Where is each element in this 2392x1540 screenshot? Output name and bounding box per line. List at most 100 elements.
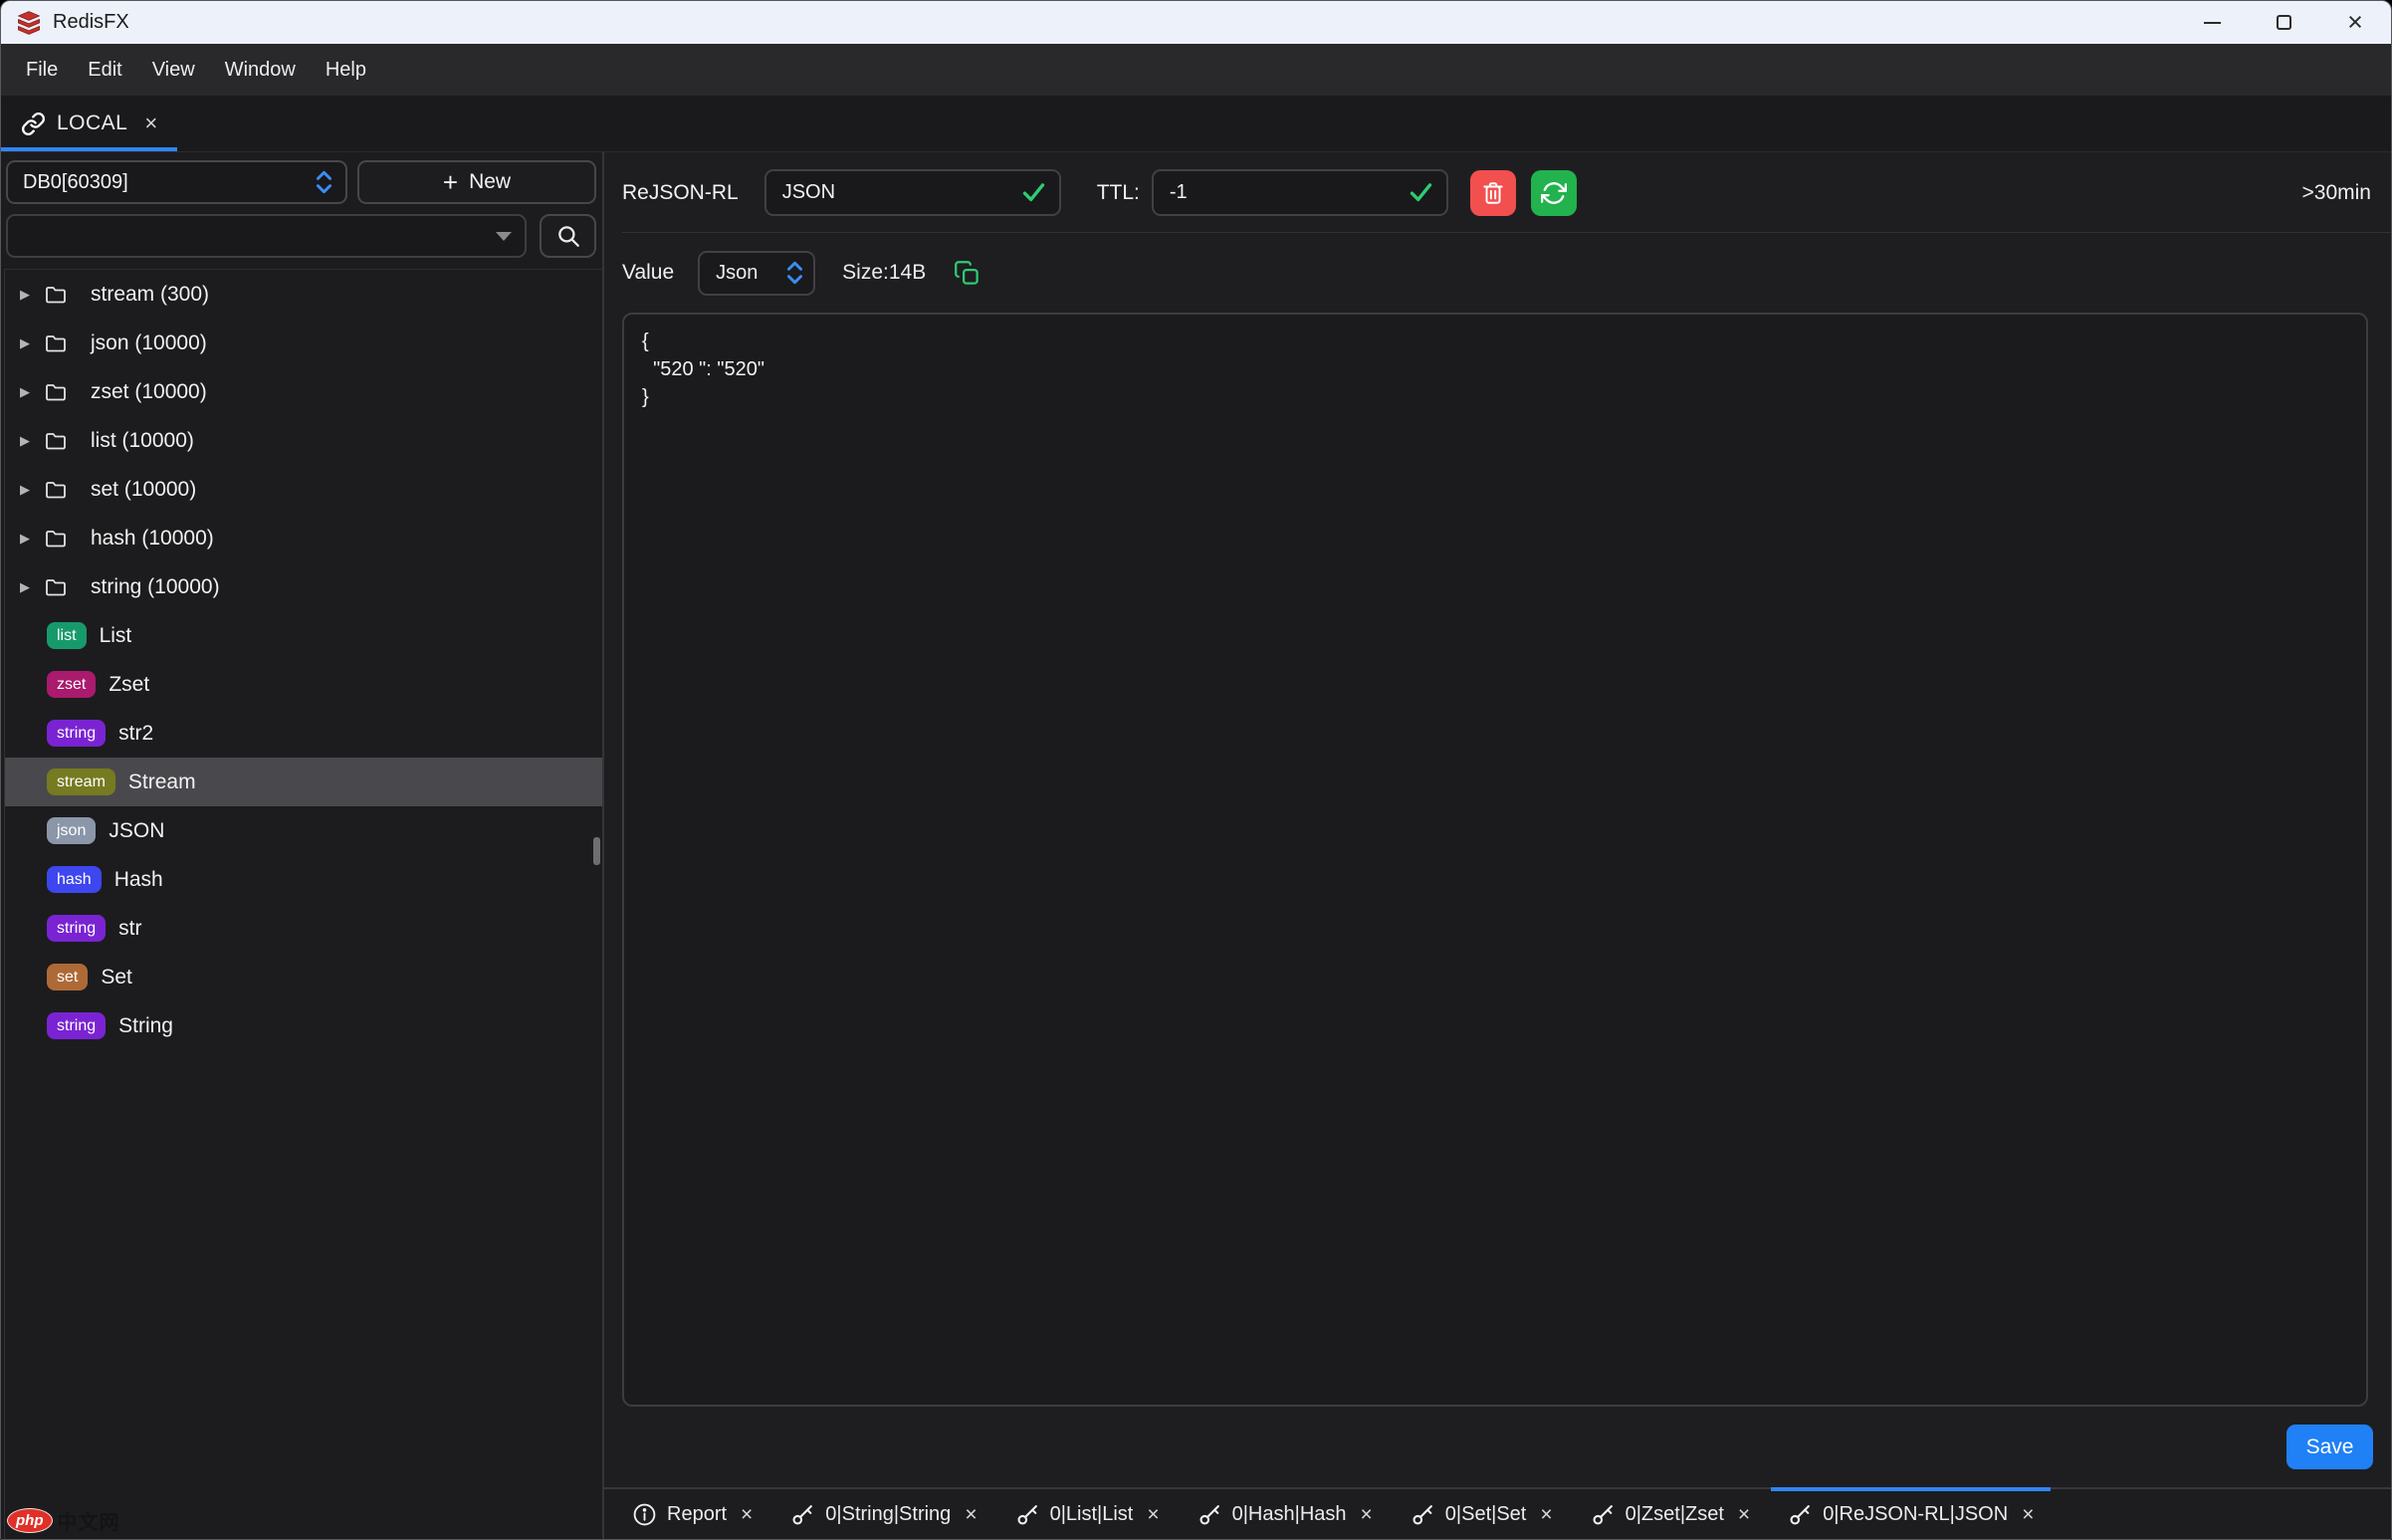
folder-label: zset (10000) [91, 380, 207, 404]
spinner-arrows-icon[interactable] [786, 259, 803, 287]
tab-close-icon[interactable]: × [1738, 1504, 1750, 1525]
tab-hash-hash[interactable]: 0|Hash|Hash × [1197, 1489, 1373, 1539]
delete-key-button[interactable] [1470, 170, 1516, 216]
folder-row-string[interactable]: ▶ string (10000) [5, 562, 602, 611]
expand-caret-icon[interactable]: ▶ [20, 433, 39, 449]
close-button[interactable]: × [2319, 1, 2391, 44]
expand-caret-icon[interactable]: ▶ [20, 482, 39, 498]
minimize-button[interactable] [2176, 1, 2248, 44]
close-icon: × [2347, 9, 2363, 36]
menu-file[interactable]: File [11, 59, 73, 82]
ttl-label: TTL: [1097, 181, 1140, 205]
refresh-key-button[interactable] [1531, 170, 1577, 216]
folder-icon [44, 478, 68, 502]
key-row[interactable]: set Set [5, 953, 602, 1001]
key-header: ReJSON-RL TTL: >30min [604, 152, 2391, 233]
tab-close-icon[interactable]: × [741, 1504, 753, 1525]
tab-label: 0|ReJSON-RL|JSON [1823, 1503, 2008, 1526]
new-key-button[interactable]: + New [357, 160, 596, 204]
tab-report[interactable]: Report × [632, 1489, 753, 1539]
tab-close-icon[interactable]: × [1147, 1504, 1159, 1525]
key-row[interactable]: string str [5, 904, 602, 953]
tab-string-string[interactable]: 0|String|String × [790, 1489, 977, 1539]
menu-help[interactable]: Help [311, 59, 381, 82]
connection-tab-label: LOCAL [57, 111, 127, 135]
copy-icon[interactable] [954, 260, 980, 287]
refresh-hint: >30min [2302, 181, 2371, 205]
key-name: List [100, 624, 132, 648]
key-name: Set [101, 966, 132, 990]
folder-label: hash (10000) [91, 527, 214, 550]
key-row[interactable]: string str2 [5, 709, 602, 758]
expand-caret-icon[interactable]: ▶ [20, 384, 39, 400]
folder-row-stream[interactable]: ▶ stream (300) [5, 270, 602, 319]
database-row: DB0[60309] + New [6, 160, 596, 204]
key-row[interactable]: list List [5, 611, 602, 660]
watermark: php 中文网 [7, 1506, 120, 1535]
maximize-button[interactable] [2248, 1, 2319, 44]
key-row-selected[interactable]: stream Stream [5, 758, 602, 806]
folder-row-zset[interactable]: ▶ zset (10000) [5, 367, 602, 416]
app-window: RedisFX × File Edit View Window Help LOC… [0, 0, 2392, 1540]
folder-icon [44, 331, 68, 355]
tab-close-icon[interactable]: × [965, 1504, 977, 1525]
tab-set-set[interactable]: 0|Set|Set × [1411, 1489, 1553, 1539]
tab-close-icon[interactable]: × [1361, 1504, 1373, 1525]
save-row: Save [604, 1407, 2391, 1487]
key-row[interactable]: string String [5, 1001, 602, 1050]
expand-caret-icon[interactable]: ▶ [20, 287, 39, 303]
menu-edit[interactable]: Edit [73, 59, 136, 82]
check-icon [1021, 180, 1046, 205]
value-label: Value [622, 261, 674, 285]
key-row[interactable]: hash Hash [5, 855, 602, 904]
folder-label: list (10000) [91, 429, 194, 453]
value-format-select[interactable]: Json [698, 251, 815, 296]
folder-row-set[interactable]: ▶ set (10000) [5, 465, 602, 514]
key-name-input[interactable] [780, 180, 1021, 205]
key-name: Hash [114, 868, 163, 892]
tab-label: 0|Zset|Zset [1626, 1503, 1724, 1526]
menu-view[interactable]: View [137, 59, 210, 82]
trash-icon [1480, 180, 1506, 206]
tab-rejson-json[interactable]: 0|ReJSON-RL|JSON × [1788, 1489, 2034, 1539]
spinner-arrows-icon[interactable] [316, 168, 332, 196]
search-dropdown-caret-icon[interactable] [496, 232, 512, 241]
tab-close-icon[interactable]: × [1540, 1504, 1552, 1525]
connection-tab-local[interactable]: LOCAL × [1, 96, 177, 151]
connection-tab-close-icon[interactable]: × [144, 112, 157, 134]
expand-caret-icon[interactable]: ▶ [20, 531, 39, 547]
tab-close-icon[interactable]: × [2022, 1504, 2034, 1525]
folder-label: stream (300) [91, 283, 209, 307]
value-editor-content[interactable]: { "520 ": "520" } [642, 328, 2348, 411]
tab-label: 0|Set|Set [1445, 1503, 1527, 1526]
save-button[interactable]: Save [2286, 1425, 2373, 1469]
search-button[interactable] [540, 214, 596, 258]
menu-window[interactable]: Window [210, 59, 311, 82]
expand-caret-icon[interactable]: ▶ [20, 579, 39, 595]
key-row[interactable]: json JSON [5, 806, 602, 855]
app-title: RedisFX [53, 11, 129, 34]
tab-list-list[interactable]: 0|List|List × [1015, 1489, 1160, 1539]
tab-label: 0|Hash|Hash [1232, 1503, 1347, 1526]
value-editor[interactable]: { "520 ": "520" } [622, 313, 2368, 1407]
ttl-input[interactable] [1168, 180, 1409, 205]
key-type-badge: string [47, 915, 106, 942]
database-select[interactable]: DB0[60309] [6, 160, 347, 204]
expand-caret-icon[interactable]: ▶ [20, 335, 39, 351]
key-type-badge: set [47, 964, 88, 990]
folder-icon [44, 283, 68, 307]
search-input[interactable] [20, 224, 489, 249]
link-icon [21, 111, 46, 136]
sidebar-scrollbar-thumb[interactable] [593, 837, 600, 865]
key-name-field [764, 169, 1061, 216]
key-tree: ▶ stream (300) ▶ json (10000) ▶ zset (10… [4, 269, 602, 1539]
key-row[interactable]: zset Zset [5, 660, 602, 709]
folder-row-hash[interactable]: ▶ hash (10000) [5, 514, 602, 562]
folder-icon [44, 527, 68, 550]
tab-zset-zset[interactable]: 0|Zset|Zset × [1591, 1489, 1751, 1539]
tab-label: 0|List|List [1050, 1503, 1134, 1526]
watermark-text: 中文网 [58, 1506, 120, 1535]
key-type-badge: string [47, 720, 106, 747]
folder-row-json[interactable]: ▶ json (10000) [5, 319, 602, 367]
folder-row-list[interactable]: ▶ list (10000) [5, 416, 602, 465]
